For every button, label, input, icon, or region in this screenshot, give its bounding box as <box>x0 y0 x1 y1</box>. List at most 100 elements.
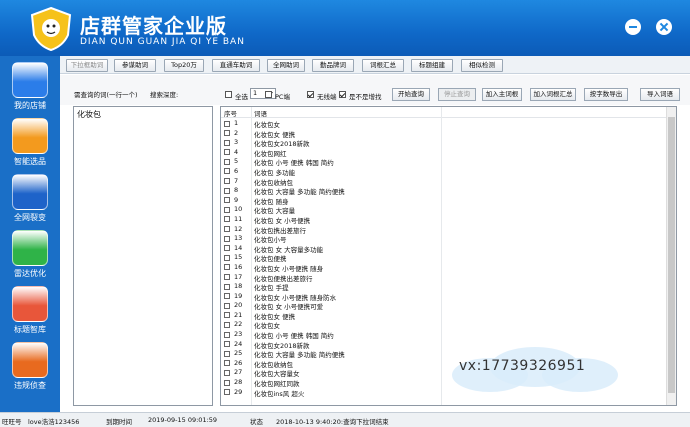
import-words-button[interactable]: 导入词语 <box>640 88 680 101</box>
table-row[interactable]: 17 化妆包便携出差旅行 <box>221 273 668 283</box>
add-root-summary-button[interactable]: 加入词根汇总 <box>530 88 576 101</box>
app-title: 店群管家企业版 <box>80 14 227 38</box>
row-keyword: 化妆包便携出差旅行 <box>254 274 313 283</box>
row-checkbox[interactable] <box>224 168 230 175</box>
query-input[interactable]: 化妆包 <box>73 106 213 406</box>
row-index: 18 <box>234 282 243 291</box>
vertical-scrollbar[interactable] <box>666 107 676 405</box>
title-bar: 店群管家企业版 DIAN QUN GUAN JIA QI YE BAN <box>0 0 690 56</box>
row-checkbox[interactable] <box>224 139 230 146</box>
row-checkbox[interactable] <box>224 226 230 233</box>
sidebar-item-smart-selection[interactable]: 智能选品 <box>0 116 60 172</box>
row-checkbox[interactable] <box>224 216 230 223</box>
row-checkbox[interactable] <box>224 302 230 309</box>
depth-label: 搜索深度: <box>150 91 179 99</box>
row-checkbox[interactable] <box>224 350 230 357</box>
table-row[interactable]: 7 化妆包收纳包 <box>221 177 668 187</box>
query-input-value: 化妆包 <box>77 110 101 119</box>
row-checkbox[interactable] <box>224 274 230 280</box>
row-checkbox[interactable] <box>224 187 230 194</box>
checkbox-1[interactable] <box>225 91 232 98</box>
start-query-button[interactable]: 开始查询 <box>392 88 430 101</box>
row-checkbox[interactable] <box>224 245 230 252</box>
row-checkbox[interactable] <box>224 235 230 242</box>
table-row[interactable]: 4 化妆包网红 <box>221 148 668 158</box>
row-checkbox[interactable] <box>224 293 230 300</box>
table-row[interactable]: 10 化妆包 大容量 <box>221 205 668 215</box>
table-row[interactable]: 22 化妆包女 <box>221 320 668 330</box>
toolbar-button-1[interactable]: 下拉框助词 <box>66 59 108 72</box>
add-root-button[interactable]: 加入主词根 <box>482 88 522 101</box>
table-row[interactable]: 8 化妆包 大容量 多功能 简约便携 <box>221 186 668 196</box>
scrollbar-thumb[interactable] <box>668 117 675 393</box>
toolbar-button-4[interactable]: 直通车助词 <box>212 59 260 72</box>
table-row[interactable]: 12 化妆包携出差旅行 <box>221 225 668 235</box>
row-checkbox[interactable] <box>224 283 230 290</box>
table-row[interactable]: 23 化妆包 小号 便携 韩国 简约 <box>221 330 668 340</box>
column-header-keyword[interactable]: 词语 <box>254 108 267 118</box>
depth-select[interactable]: 1 <box>250 88 276 99</box>
sidebar-item-title-library[interactable]: 标题智库 <box>0 284 60 340</box>
row-checkbox[interactable] <box>224 206 230 213</box>
table-row[interactable]: 2 化妆包女 便携 <box>221 129 668 139</box>
table-row[interactable]: 18 化妆包 手提 <box>221 282 668 292</box>
row-checkbox[interactable] <box>224 178 230 185</box>
sidebar-item-radar-optimize[interactable]: 雷达优化 <box>0 228 60 284</box>
row-checkbox[interactable] <box>224 264 230 271</box>
toolbar-button-3[interactable]: Top20万 <box>164 59 204 72</box>
row-checkbox[interactable] <box>224 149 230 156</box>
row-checkbox[interactable] <box>224 158 230 165</box>
row-keyword: 化妆包ins风 超火 <box>254 389 305 398</box>
row-checkbox[interactable] <box>224 120 230 127</box>
table-row[interactable]: 9 化妆包 随身 <box>221 196 668 206</box>
table-row[interactable]: 5 化妆包 小号 便携 韩国 简约 <box>221 157 668 167</box>
function-toolbar: 下拉框助词 参谋助词 Top20万 直通车助词 全网助词 勤品牌词 词根汇总 标题组建 相似检测 <box>60 56 690 74</box>
row-index: 10 <box>234 205 243 214</box>
row-checkbox[interactable] <box>224 197 230 204</box>
table-row[interactable]: 19 化妆包女 小号便携 随身防水 <box>221 292 668 302</box>
table-row[interactable]: 21 化妆包女 便携 <box>221 311 668 321</box>
row-checkbox[interactable] <box>224 312 230 319</box>
table-row[interactable]: 13 化妆包小号 <box>221 234 668 244</box>
row-checkbox[interactable] <box>224 369 230 376</box>
sidebar-item-network-fission[interactable]: 全网裂变 <box>0 172 60 228</box>
sidebar-item-my-shop[interactable]: 我的店铺 <box>0 60 60 116</box>
checkbox-4[interactable] <box>339 91 346 98</box>
row-checkbox[interactable] <box>224 331 230 338</box>
row-index: 11 <box>234 214 243 223</box>
row-checkbox[interactable] <box>224 254 230 261</box>
export-by-length-button[interactable]: 按字数导出 <box>584 88 628 101</box>
table-row[interactable]: 16 化妆包女 小号便携 随身 <box>221 263 668 273</box>
checkbox-3[interactable] <box>307 91 314 98</box>
row-index: 27 <box>234 368 243 377</box>
stop-query-button[interactable]: 停止查询 <box>438 88 476 101</box>
minimize-icon[interactable] <box>625 19 641 35</box>
table-row[interactable]: 15 化妆包便携 <box>221 253 668 263</box>
table-row[interactable]: 6 化妆包 多功能 <box>221 167 668 177</box>
table-row[interactable]: 11 化妆包 女 小号便携 <box>221 215 668 225</box>
row-checkbox[interactable] <box>224 130 230 137</box>
close-icon[interactable] <box>656 19 672 35</box>
table-row[interactable]: 3 化妆包女2018新款 <box>221 138 668 148</box>
toolbar-button-5[interactable]: 全网助词 <box>267 59 305 72</box>
row-checkbox[interactable] <box>224 341 230 348</box>
folder-plus-icon <box>12 286 48 322</box>
toolbar-button-7[interactable]: 词根汇总 <box>362 59 404 72</box>
row-checkbox[interactable] <box>224 379 230 386</box>
sidebar-item-violation-check[interactable]: 违规侦查 <box>0 340 60 396</box>
toolbar-button-6[interactable]: 勤品牌词 <box>312 59 354 72</box>
checkbox-2[interactable] <box>265 91 272 98</box>
toolbar-button-2[interactable]: 参谋助词 <box>114 59 156 72</box>
row-keyword: 化妆包女 便携 <box>254 312 296 321</box>
toolbar-button-8[interactable]: 标题组建 <box>411 59 453 72</box>
column-header-index[interactable]: 序号 <box>224 108 237 118</box>
row-checkbox[interactable] <box>224 389 230 396</box>
table-row[interactable]: 14 化妆包 女 大容量多功能 <box>221 244 668 254</box>
row-index: 15 <box>234 253 243 262</box>
row-checkbox[interactable] <box>224 321 230 328</box>
toolbar-button-9[interactable]: 相似检测 <box>461 59 503 72</box>
table-row[interactable]: 1 化妆包女 <box>221 119 668 129</box>
row-index: 1 <box>234 119 239 127</box>
row-checkbox[interactable] <box>224 360 230 367</box>
table-row[interactable]: 20 化妆包 女 小号便携可爱 <box>221 301 668 311</box>
